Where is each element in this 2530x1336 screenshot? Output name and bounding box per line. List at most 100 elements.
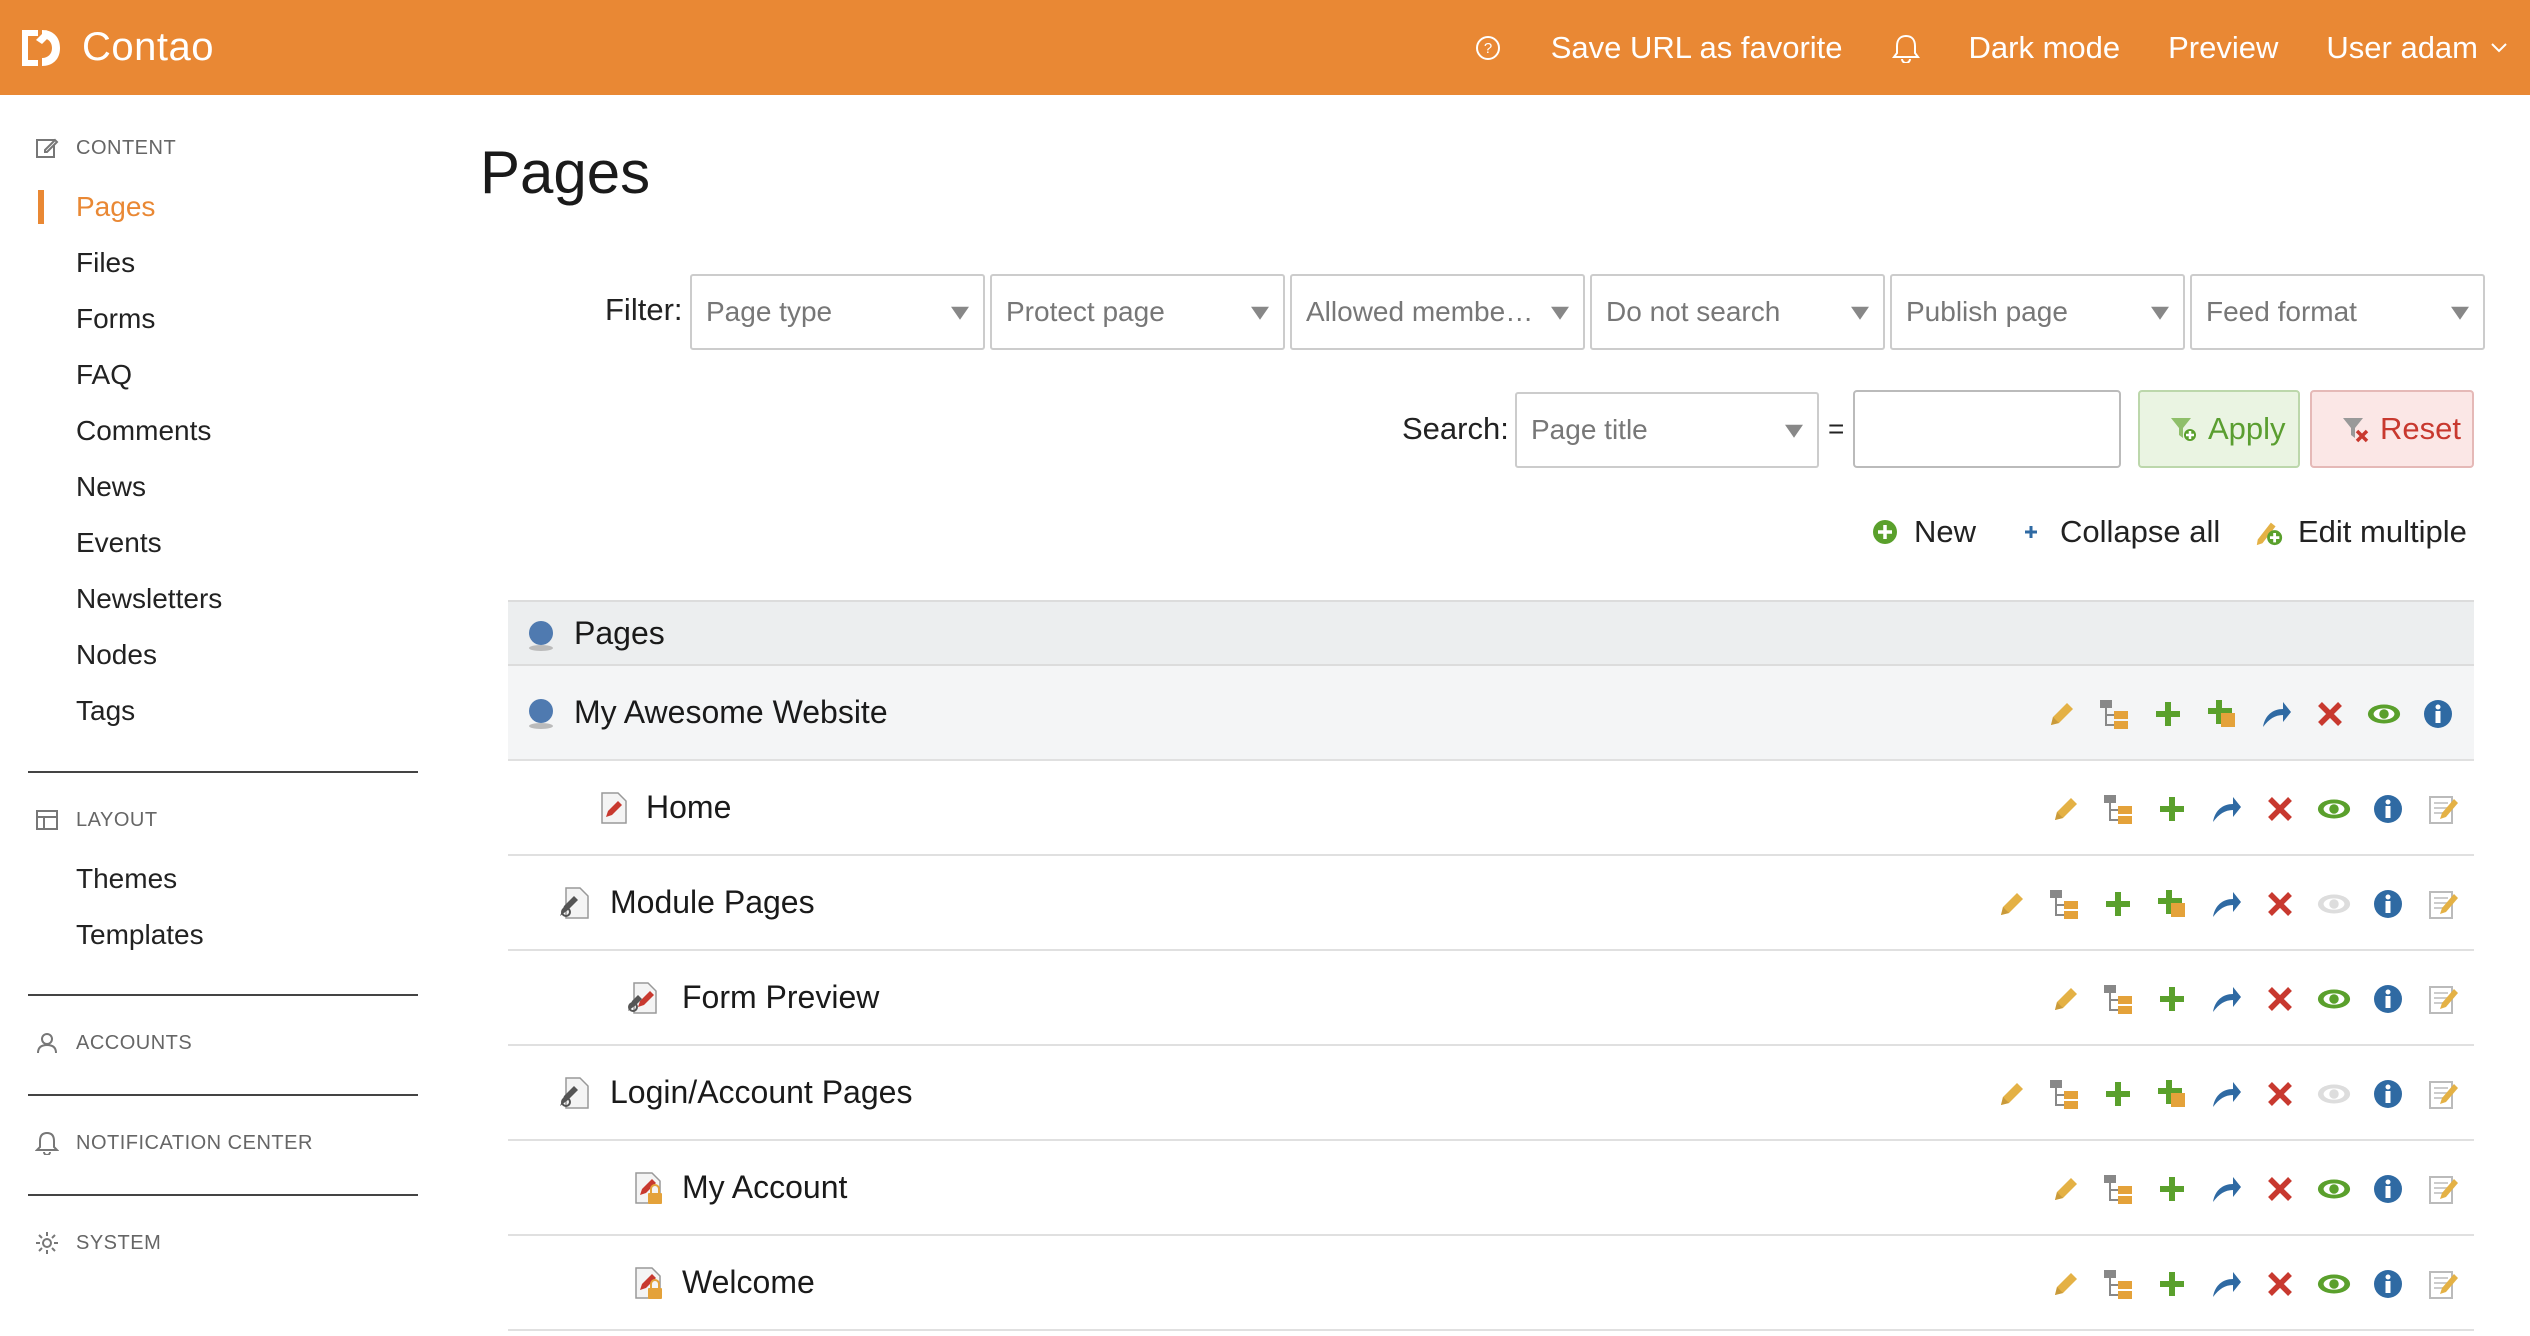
tree-row[interactable]: Module Pages	[508, 856, 2474, 951]
article-icon[interactable]	[2424, 1266, 2460, 1302]
filter-protect-page-select[interactable]: Protect page	[990, 274, 1285, 350]
article-icon[interactable]	[2424, 791, 2460, 827]
visibility-icon[interactable]	[2316, 1171, 2352, 1207]
nav-group-notification-center[interactable]: NOTIFICATION CENTER	[34, 1130, 313, 1156]
bell-icon[interactable]	[1891, 33, 1921, 63]
tree-row[interactable]: My Account	[508, 1141, 2474, 1236]
sidebar-item-newsletters[interactable]: Newsletters	[76, 583, 222, 615]
move-icon[interactable]	[2208, 981, 2244, 1017]
delete-icon[interactable]	[2262, 1076, 2298, 1112]
edit-pencil-icon[interactable]	[2046, 1171, 2082, 1207]
nav-group-layout[interactable]: LAYOUT	[34, 807, 158, 833]
user-menu[interactable]: User adam	[2326, 30, 2508, 66]
visibility-off-icon[interactable]	[2316, 1076, 2352, 1112]
edit-multiple-link[interactable]: Edit multiple	[2254, 514, 2467, 550]
delete-icon[interactable]	[2262, 1266, 2298, 1302]
article-icon[interactable]	[2424, 886, 2460, 922]
delete-icon[interactable]	[2312, 696, 2348, 732]
page-structure-icon[interactable]	[2100, 1266, 2136, 1302]
preview-link[interactable]: Preview	[2168, 30, 2278, 66]
filter-allowed-members-select[interactable]: Allowed member…	[1290, 274, 1585, 350]
page-structure-icon[interactable]	[2100, 1171, 2136, 1207]
row-label[interactable]: Login/Account Pages	[610, 1074, 912, 1111]
sidebar-item-themes[interactable]: Themes	[76, 863, 177, 895]
row-label[interactable]: Home	[646, 789, 731, 826]
page-structure-icon[interactable]	[2096, 696, 2132, 732]
delete-icon[interactable]	[2262, 1171, 2298, 1207]
visibility-icon[interactable]	[2316, 981, 2352, 1017]
edit-pencil-icon[interactable]	[1992, 1076, 2028, 1112]
edit-pencil-icon[interactable]	[2046, 1266, 2082, 1302]
nav-group-accounts[interactable]: ACCOUNTS	[34, 1030, 192, 1056]
delete-icon[interactable]	[2262, 791, 2298, 827]
add-page-icon[interactable]	[2100, 1076, 2136, 1112]
visibility-icon[interactable]	[2316, 791, 2352, 827]
filter-feed-format-select[interactable]: Feed format	[2190, 274, 2485, 350]
move-icon[interactable]	[2258, 696, 2294, 732]
reset-button[interactable]: Reset	[2310, 390, 2474, 468]
paste-after-icon[interactable]	[2154, 886, 2190, 922]
add-page-icon[interactable]	[2154, 1266, 2190, 1302]
visibility-icon[interactable]	[2366, 696, 2402, 732]
edit-pencil-icon[interactable]	[2046, 981, 2082, 1017]
help-icon[interactable]: ?	[1473, 33, 1503, 63]
edit-pencil-icon[interactable]	[2046, 791, 2082, 827]
nav-group-system[interactable]: SYSTEM	[34, 1230, 161, 1256]
delete-icon[interactable]	[2262, 886, 2298, 922]
row-label[interactable]: My Account	[682, 1169, 847, 1206]
add-page-icon[interactable]	[2150, 696, 2186, 732]
filter-do-not-search-select[interactable]: Do not search	[1590, 274, 1885, 350]
info-icon[interactable]	[2370, 886, 2406, 922]
page-structure-icon[interactable]	[2046, 886, 2082, 922]
info-icon[interactable]	[2420, 696, 2456, 732]
row-label[interactable]: Module Pages	[610, 884, 815, 921]
add-page-icon[interactable]	[2100, 886, 2136, 922]
add-page-icon[interactable]	[2154, 791, 2190, 827]
paste-after-icon[interactable]	[2204, 696, 2240, 732]
tree-row[interactable]: Login/Account Pages	[508, 1046, 2474, 1141]
sidebar-item-events[interactable]: Events	[76, 527, 162, 559]
sidebar-item-news[interactable]: News	[76, 471, 146, 503]
page-structure-icon[interactable]	[2046, 1076, 2082, 1112]
sidebar-item-files[interactable]: Files	[76, 247, 135, 279]
sidebar-item-forms[interactable]: Forms	[76, 303, 155, 335]
move-icon[interactable]	[2208, 791, 2244, 827]
row-label[interactable]: Welcome	[682, 1264, 815, 1301]
edit-pencil-icon[interactable]	[1992, 886, 2028, 922]
page-structure-icon[interactable]	[2100, 981, 2136, 1017]
tree-row[interactable]: Form Preview	[508, 951, 2474, 1046]
tree-row[interactable]: My Awesome Website	[508, 666, 2474, 761]
info-icon[interactable]	[2370, 1266, 2406, 1302]
edit-pencil-icon[interactable]	[2042, 696, 2078, 732]
info-icon[interactable]	[2370, 981, 2406, 1017]
sidebar-item-faq[interactable]: FAQ	[76, 359, 132, 391]
filter-page-type-select[interactable]: Page type	[690, 274, 985, 350]
article-icon[interactable]	[2424, 981, 2460, 1017]
visibility-icon[interactable]	[2316, 1266, 2352, 1302]
tree-row[interactable]: Welcome	[508, 1236, 2474, 1331]
info-icon[interactable]	[2370, 1171, 2406, 1207]
sidebar-item-pages[interactable]: Pages	[76, 191, 155, 223]
move-icon[interactable]	[2208, 886, 2244, 922]
article-icon[interactable]	[2424, 1171, 2460, 1207]
add-page-icon[interactable]	[2154, 981, 2190, 1017]
collapse-all-link[interactable]: Collapse all	[2016, 514, 2220, 550]
apply-button[interactable]: Apply	[2138, 390, 2300, 468]
info-icon[interactable]	[2370, 791, 2406, 827]
sidebar-item-tags[interactable]: Tags	[76, 695, 135, 727]
row-label[interactable]: My Awesome Website	[574, 694, 888, 731]
app-logo[interactable]: Contao	[16, 22, 214, 74]
search-field-select[interactable]: Page title	[1515, 392, 1819, 468]
sidebar-item-templates[interactable]: Templates	[76, 919, 204, 951]
save-favorite-link[interactable]: Save URL as favorite	[1551, 30, 1843, 66]
page-structure-icon[interactable]	[2100, 791, 2136, 827]
search-input[interactable]	[1853, 390, 2121, 468]
add-page-icon[interactable]	[2154, 1171, 2190, 1207]
dark-mode-link[interactable]: Dark mode	[1969, 30, 2121, 66]
delete-icon[interactable]	[2262, 981, 2298, 1017]
row-label[interactable]: Form Preview	[682, 979, 879, 1016]
filter-publish-page-select[interactable]: Publish page	[1890, 274, 2185, 350]
info-icon[interactable]	[2370, 1076, 2406, 1112]
article-icon[interactable]	[2424, 1076, 2460, 1112]
move-icon[interactable]	[2208, 1266, 2244, 1302]
